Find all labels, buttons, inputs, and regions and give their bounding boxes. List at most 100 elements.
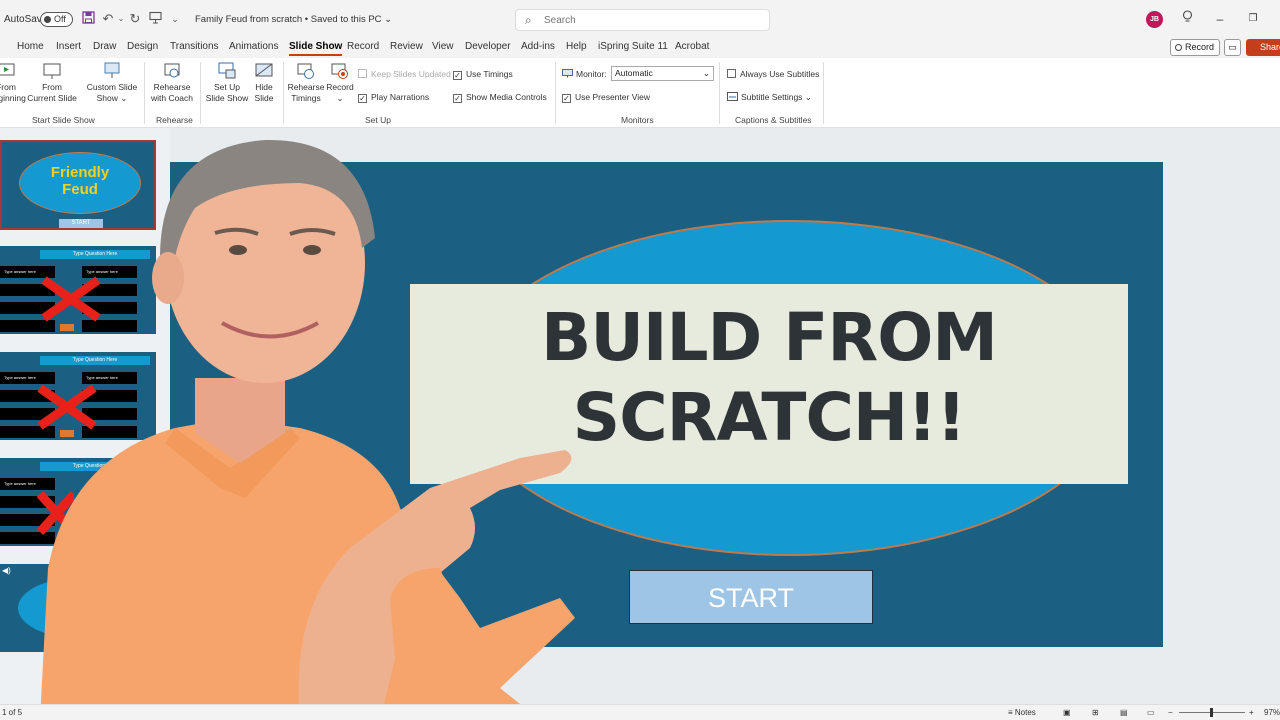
slide-thumbnail-pane: Friendly Feud START Type Question Here Ty… bbox=[0, 128, 170, 704]
notes-button[interactable]: ≡ Notes bbox=[1008, 708, 1036, 717]
reading-view-icon[interactable]: ▤ bbox=[1120, 708, 1128, 717]
tab-developer[interactable]: Developer bbox=[465, 41, 511, 52]
autosave-state: Off bbox=[54, 14, 66, 24]
avatar[interactable]: JB bbox=[1146, 11, 1163, 28]
minimize-icon[interactable]: – bbox=[1210, 10, 1230, 28]
tab-review[interactable]: Review bbox=[390, 41, 423, 52]
customize-toolbar-icon[interactable]: ⌄ bbox=[167, 11, 183, 27]
normal-view-icon[interactable]: ▣ bbox=[1063, 708, 1071, 717]
tab-insert[interactable]: Insert bbox=[56, 41, 81, 52]
ribbon-divider bbox=[719, 62, 720, 124]
thumb-title: Friendly Feud bbox=[50, 164, 110, 198]
use-timings-checkbox[interactable]: ✓ Use Timings bbox=[453, 69, 513, 80]
search-icon: ⌕ bbox=[525, 13, 532, 27]
group-rehearse: Rehearse bbox=[156, 115, 193, 125]
play-from-start-icon bbox=[0, 63, 15, 76]
audio-icon: ◀) bbox=[2, 566, 11, 575]
status-bar: 1 of 5 ≡ Notes ▣ ⊞ ▤ ▭ − + 97% bbox=[0, 704, 1280, 720]
slide-thumbnail-3[interactable]: Type Question Here Type answer here Type… bbox=[0, 352, 156, 440]
main-slide[interactable]: BUILD FROM SCRATCH!! START bbox=[170, 162, 1163, 647]
slideshow-view-icon[interactable]: ▭ bbox=[1147, 708, 1155, 717]
record-icon bbox=[331, 63, 348, 79]
comments-button[interactable]: ▭ bbox=[1224, 39, 1241, 56]
red-x-icon bbox=[36, 490, 74, 536]
play-current-icon bbox=[43, 63, 61, 79]
save-icon[interactable] bbox=[80, 11, 96, 27]
play-narrations-checkbox[interactable]: ✓ Play Narrations bbox=[358, 92, 429, 103]
monitor-icon bbox=[562, 69, 573, 78]
start-button[interactable]: START bbox=[629, 570, 873, 624]
subtitle-settings-button[interactable]: Subtitle Settings ⌄ bbox=[727, 92, 812, 103]
slide-banner: BUILD FROM SCRATCH!! bbox=[410, 284, 1128, 484]
presentation-icon[interactable] bbox=[147, 11, 163, 27]
record-button[interactable]: Record bbox=[1170, 39, 1220, 56]
thumb-ellipse bbox=[18, 578, 138, 638]
rehearse-timings-button[interactable]: Rehearse Timings bbox=[286, 62, 326, 104]
slide-counter: 1 of 5 bbox=[2, 708, 23, 717]
slide-thumbnail-5[interactable]: ◀) bbox=[0, 564, 156, 652]
from-current-slide-button[interactable]: From Current Slide bbox=[26, 62, 78, 104]
coach-icon bbox=[164, 63, 180, 78]
zoom-in-icon[interactable]: + bbox=[1249, 708, 1254, 717]
tab-transitions[interactable]: Transitions bbox=[170, 41, 219, 52]
tab-animations[interactable]: Animations bbox=[229, 41, 278, 52]
red-x-icon bbox=[41, 276, 101, 322]
record-slide-show-button[interactable]: Record ⌄ bbox=[326, 62, 354, 104]
monitor-label: Monitor: bbox=[562, 69, 607, 79]
custom-slide-show-button[interactable]: Custom Slide Show ⌄ bbox=[84, 62, 140, 104]
thumb-question: Type Question Here bbox=[40, 356, 150, 365]
tab-acrobat[interactable]: Acrobat bbox=[675, 41, 709, 52]
slide-sorter-icon[interactable]: ⊞ bbox=[1092, 708, 1099, 717]
ribbon-divider bbox=[283, 62, 284, 124]
always-use-subtitles-checkbox[interactable]: Always Use Subtitles bbox=[727, 69, 819, 79]
search-box[interactable]: ⌕ bbox=[515, 9, 770, 31]
slide-thumbnail-2[interactable]: Type Question Here Type answer here Type… bbox=[0, 246, 156, 334]
lightbulb-icon[interactable] bbox=[1177, 10, 1197, 28]
tab-help[interactable]: Help bbox=[566, 41, 587, 52]
monitor-select[interactable]: Automatic ⌄ bbox=[611, 66, 714, 81]
ribbon-divider bbox=[144, 62, 145, 124]
tab-design[interactable]: Design bbox=[127, 41, 158, 52]
document-title[interactable]: Family Feud from scratch • Saved to this… bbox=[195, 14, 392, 25]
tab-record[interactable]: Record bbox=[347, 41, 379, 52]
setup-icon bbox=[218, 62, 236, 79]
slide-thumbnail-4[interactable]: Type Question Here Type answer here bbox=[0, 458, 156, 546]
share-button[interactable]: Share bbox=[1246, 39, 1280, 56]
hide-slide-button[interactable]: Hide Slide bbox=[250, 62, 278, 104]
red-x-icon bbox=[37, 384, 97, 430]
ribbon-divider bbox=[555, 62, 556, 124]
tab-home[interactable]: Home bbox=[17, 41, 44, 52]
redo-icon[interactable]: ↻ bbox=[127, 11, 143, 27]
title-bar: AutoSave Off ↶ ⌄ ↻ ⌄ Family Feud from sc… bbox=[0, 0, 1280, 38]
timer-icon bbox=[297, 63, 314, 79]
thumb-question: Type Question Here bbox=[40, 250, 150, 259]
tab-add-ins[interactable]: Add-ins bbox=[521, 41, 555, 52]
group-set-up: Set Up bbox=[365, 115, 391, 125]
zoom-level[interactable]: 97% bbox=[1264, 708, 1280, 717]
restore-icon[interactable]: ❐ bbox=[1243, 10, 1263, 28]
search-input[interactable] bbox=[544, 13, 754, 28]
menu-bar: Home Insert Draw Design Transitions Anim… bbox=[0, 38, 1280, 58]
use-presenter-view-checkbox[interactable]: ✓ Use Presenter View bbox=[562, 92, 650, 103]
tab-slide-show[interactable]: Slide Show bbox=[289, 41, 343, 56]
show-media-controls-checkbox[interactable]: ✓ Show Media Controls bbox=[453, 92, 547, 103]
autosave-toggle[interactable]: Off bbox=[40, 12, 73, 27]
thumb-button bbox=[60, 324, 74, 331]
rehearse-with-coach-button[interactable]: Rehearse with Coach bbox=[147, 62, 197, 104]
hide-slide-icon bbox=[255, 63, 273, 77]
keep-slides-updated-checkbox[interactable]: Keep Slides Updated bbox=[358, 69, 451, 79]
tab-ispring[interactable]: iSpring Suite 11 bbox=[598, 41, 668, 52]
slide-thumbnail-1[interactable]: Friendly Feud START bbox=[0, 140, 156, 230]
group-monitors: Monitors bbox=[621, 115, 654, 125]
set-up-slide-show-button[interactable]: Set Up Slide Show bbox=[204, 62, 250, 104]
chevron-down-icon: ⌄ bbox=[702, 68, 710, 78]
from-beginning-button[interactable]: From Beginning bbox=[0, 62, 26, 104]
slide-headline-line1: BUILD FROM bbox=[541, 299, 998, 376]
tab-draw[interactable]: Draw bbox=[93, 41, 116, 52]
group-start-slide-show: Start Slide Show bbox=[32, 115, 95, 125]
ribbon-divider bbox=[823, 62, 824, 124]
tab-view[interactable]: View bbox=[432, 41, 454, 52]
ribbon-divider bbox=[200, 62, 201, 124]
zoom-slider-thumb[interactable] bbox=[1210, 708, 1213, 717]
zoom-out-icon[interactable]: − bbox=[1168, 708, 1173, 717]
